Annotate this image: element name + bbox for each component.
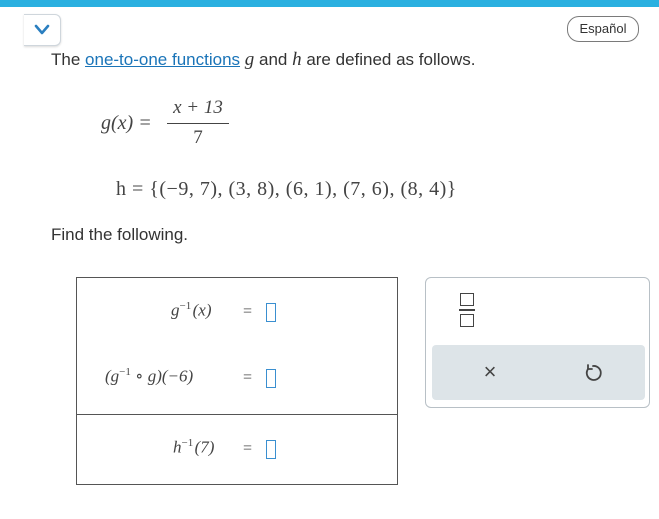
- fraction-numerator-box: [460, 293, 474, 306]
- g-denominator: 7: [193, 127, 203, 148]
- undo-icon[interactable]: [582, 362, 604, 384]
- intro-suffix: are defined as follows.: [301, 50, 476, 69]
- find-prompt: Find the following.: [51, 225, 189, 244]
- palette-actions: ×: [432, 345, 645, 400]
- intro-h: h: [292, 49, 302, 70]
- question-3-argument: (7): [194, 437, 215, 457]
- fraction-icon[interactable]: [459, 293, 475, 327]
- question-2-rest: ∘ g)(−6): [130, 366, 194, 386]
- intro-prefix: The: [51, 50, 86, 69]
- question-3-answer-input[interactable]: [266, 440, 276, 459]
- clear-icon[interactable]: ×: [480, 361, 500, 383]
- problem-intro: The one-to-one functions g and h are def…: [51, 49, 475, 71]
- chevron-down-icon: [34, 24, 50, 35]
- question-2-answer-input[interactable]: [266, 369, 276, 388]
- intro-g: g: [240, 49, 255, 70]
- math-input-palette: ×: [425, 277, 650, 408]
- one-to-one-functions-link[interactable]: one-to-one functions: [85, 50, 240, 69]
- collapse-toggle-button[interactable]: [24, 14, 61, 46]
- g-fraction: x + 13 7: [167, 97, 229, 149]
- question-1-expression: g−1 (x): [171, 300, 212, 321]
- intro-and: and: [254, 50, 293, 69]
- question-1-inverse: −1: [179, 300, 192, 312]
- question-2-open: (g: [105, 366, 120, 386]
- question-1-function: g: [171, 300, 180, 320]
- question-3-function: h: [173, 437, 182, 457]
- question-1-equals: =: [243, 303, 253, 320]
- question-2-inverse: −1: [119, 366, 131, 378]
- question-3-inverse: −1: [181, 437, 194, 449]
- fraction-bar: [167, 123, 229, 124]
- question-1-argument: (x): [192, 300, 212, 320]
- g-numerator: x + 13: [173, 97, 223, 118]
- language-toggle-button[interactable]: Español: [567, 16, 639, 42]
- question-3-equals: =: [243, 440, 253, 457]
- question-2-expression: (g−1 ∘ g)(−6): [105, 366, 193, 387]
- fraction-line: [459, 309, 475, 311]
- question-2-equals: =: [243, 369, 253, 386]
- fraction-denominator-box: [460, 313, 474, 327]
- answer-cell-top: g−1 (x) = (g−1 ∘ g)(−6) =: [77, 278, 397, 415]
- question-1-answer-input[interactable]: [266, 303, 276, 322]
- answer-table: g−1 (x) = (g−1 ∘ g)(−6) = h−1 (7) =: [76, 277, 398, 485]
- g-lhs: g(x) =: [101, 112, 152, 134]
- h-definition: h = {(−9, 7), (3, 8), (6, 1), (7, 6), (8…: [116, 178, 457, 200]
- question-3-expression: h−1 (7): [173, 437, 214, 458]
- top-accent-bar: [0, 0, 659, 7]
